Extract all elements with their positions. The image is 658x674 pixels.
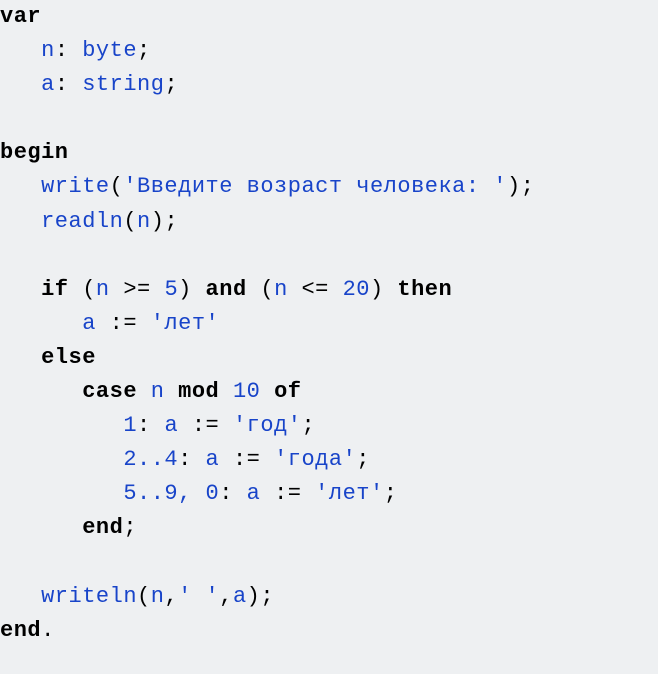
writeln-n: n (151, 584, 165, 609)
comma: , (219, 584, 233, 609)
semicolon: ; (301, 413, 315, 438)
keyword-of: of (274, 379, 301, 404)
string-goda: 'года' (274, 447, 356, 472)
keyword-and: and (206, 277, 247, 302)
keyword-var: var (0, 4, 41, 29)
rparen: ) (507, 174, 521, 199)
case1-a: a (164, 413, 178, 438)
comma: , (164, 584, 178, 609)
string-god: 'год' (233, 413, 302, 438)
keyword-then: then (397, 277, 452, 302)
case-label-1: 1 (123, 413, 137, 438)
arg-n: n (137, 209, 151, 234)
semicolon: ; (356, 447, 370, 472)
semicolon: ; (164, 72, 178, 97)
fn-write: write (41, 174, 110, 199)
semicolon: ; (384, 481, 398, 506)
string-prompt: 'Введите возраст человека: ' (123, 174, 507, 199)
lparen: ( (260, 277, 274, 302)
writeln-a: a (233, 584, 247, 609)
lparen: ( (123, 209, 137, 234)
keyword-else: else (41, 345, 96, 370)
colon: : (55, 38, 69, 63)
rparen: ) (151, 209, 165, 234)
num-10: 10 (233, 379, 260, 404)
dot: . (41, 618, 55, 643)
code-block: var n: byte; a: string; begin write('Вве… (0, 0, 658, 648)
semicolon: ; (164, 209, 178, 234)
num-5: 5 (164, 277, 178, 302)
rparen: ) (370, 277, 384, 302)
string-space: ' ' (178, 584, 219, 609)
keyword-case: case (82, 379, 137, 404)
case3-a: a (247, 481, 261, 506)
case-n: n (151, 379, 165, 404)
lparen: ( (82, 277, 96, 302)
num-20: 20 (343, 277, 370, 302)
fn-readln: readln (41, 209, 123, 234)
keyword-if: if (41, 277, 68, 302)
colon: : (137, 413, 151, 438)
op-assign: := (110, 311, 137, 336)
case-label-5-9-0: 5..9, 0 (123, 481, 219, 506)
op-assign: := (274, 481, 301, 506)
lparen: ( (110, 174, 124, 199)
case2-a: a (206, 447, 220, 472)
case-label-2-4: 2..4 (123, 447, 178, 472)
colon: : (55, 72, 69, 97)
var-n: n (41, 38, 55, 63)
keyword-end2: end (0, 618, 41, 643)
colon: : (219, 481, 233, 506)
semicolon: ; (123, 515, 137, 540)
fn-writeln: writeln (41, 584, 137, 609)
assign-a1: a (82, 311, 96, 336)
cond-n1: n (96, 277, 110, 302)
type-string: string (82, 72, 164, 97)
semicolon: ; (521, 174, 535, 199)
keyword-mod: mod (178, 379, 219, 404)
op-ge: >= (123, 277, 150, 302)
op-assign: := (192, 413, 219, 438)
semicolon: ; (137, 38, 151, 63)
cond-n2: n (274, 277, 288, 302)
var-a: a (41, 72, 55, 97)
rparen: ) (247, 584, 261, 609)
semicolon: ; (260, 584, 274, 609)
op-assign: := (233, 447, 260, 472)
string-let2: 'лет' (315, 481, 384, 506)
keyword-end1: end (82, 515, 123, 540)
type-byte: byte (82, 38, 137, 63)
lparen: ( (137, 584, 151, 609)
colon: : (178, 447, 192, 472)
op-le: <= (301, 277, 328, 302)
string-let1: 'лет' (151, 311, 220, 336)
rparen: ) (178, 277, 192, 302)
keyword-begin: begin (0, 140, 69, 165)
